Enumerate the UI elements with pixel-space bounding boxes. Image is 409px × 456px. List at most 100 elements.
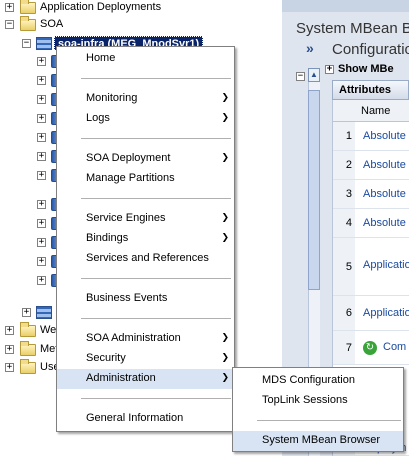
table-row[interactable]: 4 Absolute <box>333 209 409 238</box>
menu-item-label: General Information <box>86 412 184 424</box>
table-row[interactable]: 5 Applicatio <box>333 238 409 296</box>
expand-icon[interactable]: + <box>22 308 31 317</box>
expand-icon[interactable]: + <box>37 95 46 104</box>
table-row[interactable]: 3 Absolute <box>333 180 409 209</box>
panel-top-bar <box>282 0 409 12</box>
scroll-up-button[interactable]: ▲ <box>308 68 320 82</box>
submenu-item-label: System MBean Browser <box>262 434 380 446</box>
menu-item-label: Security <box>86 352 126 364</box>
folder-icon <box>20 341 36 356</box>
expand-icon[interactable]: + <box>5 345 14 354</box>
menu-item-security[interactable]: Security ❯ <box>57 349 234 369</box>
expand-icon[interactable]: + <box>37 133 46 142</box>
page-title: System MBean B <box>296 20 409 37</box>
attribute-link[interactable]: Absolute <box>363 217 406 229</box>
menu-item-label: Logs <box>86 112 110 124</box>
menu-item-monitoring[interactable]: Monitoring ❯ <box>57 89 234 109</box>
expand-icon[interactable]: + <box>37 238 46 247</box>
table-row[interactable]: 2 Absolute <box>333 151 409 180</box>
attribute-link[interactable]: Absolute <box>363 130 406 142</box>
table-row[interactable]: 7 ↻ Com <box>333 331 409 365</box>
folder-icon <box>20 16 36 31</box>
expand-icon[interactable]: + <box>37 219 46 228</box>
menu-item-soa-administration[interactable]: SOA Administration ❯ <box>57 329 234 349</box>
menu-item-logs[interactable]: Logs ❯ <box>57 109 234 129</box>
attribute-link[interactable]: Applicatio <box>363 259 409 271</box>
menu-item-label: Service Engines <box>86 212 166 224</box>
chevron-right-icon: ❯ <box>221 212 229 222</box>
row-number: 6 <box>333 296 355 330</box>
chevron-right-icon: ❯ <box>221 152 229 162</box>
folder-icon <box>20 359 36 374</box>
attribute-link[interactable]: Applicatio <box>363 307 409 319</box>
administration-submenu: MDS Configuration TopLink Sessions Syste… <box>232 367 404 452</box>
table-row[interactable]: 6 Applicatio <box>333 296 409 331</box>
column-header-name[interactable]: Name <box>333 100 409 122</box>
tree-item-label: Application Deployments <box>40 1 162 13</box>
tab-attributes[interactable]: Attributes <box>332 80 409 100</box>
show-mbean-label: Show MBe <box>338 63 394 75</box>
double-arrow-icon[interactable]: » <box>306 40 314 56</box>
menu-item-bindings[interactable]: Bindings ❯ <box>57 229 234 249</box>
row-number: 1 <box>333 122 355 150</box>
row-number: 4 <box>333 209 355 237</box>
menu-item-services-and-references[interactable]: Services and References <box>57 249 234 269</box>
menu-item-soa-deployment[interactable]: SOA Deployment ❯ <box>57 149 234 169</box>
chevron-right-icon: ❯ <box>221 92 229 102</box>
menu-item-label: Administration <box>86 372 156 384</box>
menu-item-label: SOA Administration <box>86 332 181 344</box>
tree-item-label: We <box>40 324 57 336</box>
attribute-link[interactable]: Absolute <box>363 159 406 171</box>
chevron-right-icon: ❯ <box>221 332 229 342</box>
table-row[interactable]: 1 Absolute <box>333 122 409 151</box>
chevron-right-icon: ❯ <box>221 352 229 362</box>
expand-icon[interactable]: + <box>5 363 14 372</box>
expand-icon[interactable]: + <box>5 3 14 12</box>
chevron-right-icon: ❯ <box>221 112 229 122</box>
section-title: Configuratio <box>332 41 409 58</box>
expand-icon[interactable]: + <box>37 171 46 180</box>
expand-icon[interactable]: + <box>37 152 46 161</box>
menu-item-label: Services and References <box>86 252 209 264</box>
expand-icon[interactable]: + <box>5 326 14 335</box>
row-number: 7 <box>333 331 355 364</box>
menu-separator <box>81 318 231 319</box>
menu-item-label: SOA Deployment <box>86 152 171 164</box>
expand-icon[interactable]: + <box>325 65 334 74</box>
menu-separator <box>81 138 231 139</box>
menu-item-administration[interactable]: Administration ❯ <box>57 369 234 389</box>
menu-separator <box>81 278 231 279</box>
submenu-item-system-mbean-browser[interactable]: System MBean Browser <box>233 431 403 451</box>
menu-item-label: Home <box>86 52 116 64</box>
expand-icon[interactable]: + <box>37 276 46 285</box>
folder-icon <box>20 322 36 337</box>
submenu-item-mds-configuration[interactable]: MDS Configuration <box>233 371 403 391</box>
menu-item-general-information[interactable]: General Information <box>57 409 234 429</box>
menu-item-home[interactable]: Home <box>57 49 234 69</box>
tree-item-soa[interactable]: − SOA <box>0 16 282 37</box>
collapse-icon[interactable]: − <box>22 39 31 48</box>
submenu-item-toplink-sessions[interactable]: TopLink Sessions <box>233 391 403 411</box>
show-mbean-toggle[interactable]: + Show MBe <box>325 63 394 75</box>
expand-icon[interactable]: + <box>37 57 46 66</box>
row-number: 5 <box>333 238 355 295</box>
menu-item-label: Monitoring <box>86 92 138 104</box>
collapse-icon[interactable]: − <box>5 20 14 29</box>
submenu-item-label: MDS Configuration <box>262 374 355 386</box>
menu-item-manage-partitions[interactable]: Manage Partitions <box>57 169 234 189</box>
menu-item-business-events[interactable]: Business Events <box>57 289 234 309</box>
expand-icon[interactable]: + <box>37 114 46 123</box>
context-menu: Home Monitoring ❯ Logs ❯ SOA Deployment … <box>56 46 235 432</box>
menu-item-service-engines[interactable]: Service Engines ❯ <box>57 209 234 229</box>
attribute-link[interactable]: Com <box>383 341 406 353</box>
expand-icon[interactable]: + <box>37 257 46 266</box>
folder-icon <box>20 0 36 14</box>
scrollbar-thumb[interactable] <box>308 90 320 290</box>
expand-icon[interactable]: + <box>37 76 46 85</box>
menu-separator <box>257 420 401 421</box>
expand-icon[interactable]: + <box>37 200 46 209</box>
collapse-icon[interactable]: − <box>296 72 305 81</box>
attribute-link[interactable]: Absolute <box>363 188 406 200</box>
menu-separator <box>81 78 231 79</box>
menu-separator <box>81 398 231 399</box>
